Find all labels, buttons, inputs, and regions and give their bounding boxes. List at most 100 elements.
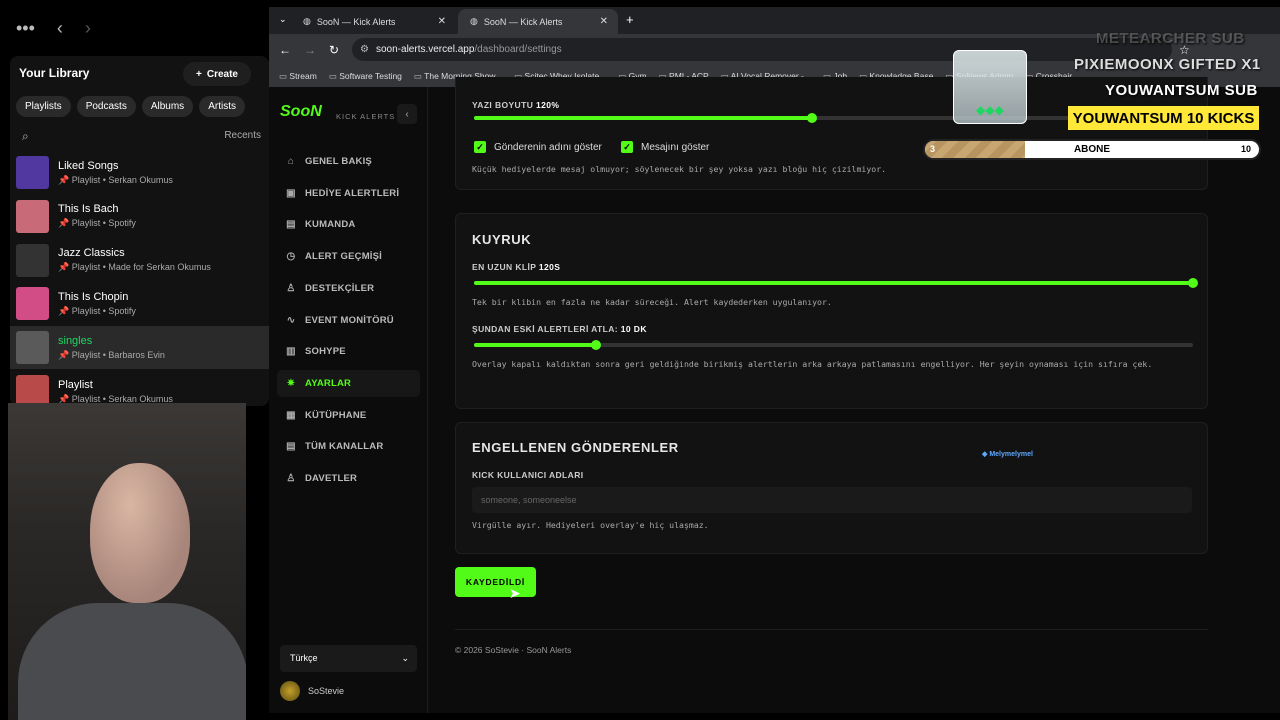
- playlist-cover: [16, 243, 49, 277]
- spotify-panel: ••• ‹ › Your Library + Create Playlists P…: [0, 0, 269, 720]
- nav-label: ALERT GEÇMİŞİ: [305, 251, 383, 263]
- nav-icon: ♙: [286, 473, 296, 484]
- sidebar-item[interactable]: ▦ KÜTÜPHANE: [277, 402, 420, 429]
- playlist-name: This Is Bach: [58, 203, 119, 216]
- webcam-feed: [8, 403, 246, 720]
- forward-icon[interactable]: ›: [85, 18, 91, 39]
- nav-icon: ▣: [286, 187, 296, 199]
- chip-podcasts[interactable]: Podcasts: [76, 96, 136, 117]
- blocked-title: ENGELLENEN GÖNDERENLER: [472, 440, 679, 455]
- soon-logo[interactable]: SooN: [280, 103, 322, 121]
- kick-usernames-label: KICK KULLANICI ADLARI: [472, 470, 584, 480]
- nav-icon: ⌂: [287, 156, 295, 167]
- webcam-person-torso: [18, 603, 246, 720]
- nav-icon: ♙: [286, 282, 296, 294]
- pin-icon: 📌: [58, 305, 70, 316]
- forward-icon[interactable]: →: [304, 43, 316, 57]
- nav-icon: ▥: [286, 346, 296, 358]
- browser-tab-2[interactable]: ◍ SooN — Kick Alerts ✕: [458, 9, 618, 34]
- blocked-usernames-input[interactable]: someone, someoneelse: [472, 487, 1192, 513]
- pin-icon: 📌: [58, 393, 70, 404]
- library-title[interactable]: Your Library: [19, 66, 89, 80]
- url-field[interactable]: ⚙ soon-alerts.vercel.app/dashboard/settin…: [352, 38, 1172, 61]
- sidebar-item[interactable]: ▣ HEDİYE ALERTLERİ: [277, 180, 420, 207]
- nav-icon: ▦: [286, 409, 296, 421]
- search-icon[interactable]: ⌕: [22, 129, 29, 144]
- slider-fill: [474, 281, 1193, 285]
- language-select[interactable]: Türkçe ⌄: [280, 645, 417, 672]
- plus-icon: +: [196, 68, 202, 80]
- nav-label: KUMANDA: [305, 219, 356, 231]
- queue-card: KUYRUK EN UZUN KLİP 120S Tek bir klibin …: [455, 213, 1208, 409]
- close-icon[interactable]: ✕: [438, 16, 446, 27]
- show-message-checkbox[interactable]: ✓ Mesajını göster: [621, 141, 709, 153]
- reload-icon[interactable]: ↻: [329, 43, 339, 57]
- nav-label: TÜM KANALLAR: [305, 441, 384, 453]
- nav-icon: ◷: [286, 251, 296, 263]
- chip-playlists[interactable]: Playlists: [16, 96, 71, 117]
- check-icon: ✓: [621, 141, 633, 153]
- check-icon: ✓: [474, 141, 486, 153]
- sidebar-item[interactable]: ▥ SOHYPE: [277, 338, 420, 365]
- tab-list-icon[interactable]: ⌄: [279, 14, 287, 25]
- webcam-person-head: [90, 463, 190, 603]
- create-button[interactable]: + Create: [183, 62, 251, 86]
- slider-knob[interactable]: [591, 340, 602, 350]
- overlay-kicks-line: YOUWANTSUM 10 KICKS: [1068, 106, 1259, 130]
- tab-title: SooN — Kick Alerts: [483, 16, 563, 27]
- sidebar-item[interactable]: ◷ ALERT GEÇMİŞİ: [277, 243, 420, 270]
- playlist-item[interactable]: singles 📌 Playlist • Barbaros Evin: [10, 326, 269, 370]
- playlist-item[interactable]: Liked Songs 📌 Playlist • Serkan Okumus: [10, 151, 269, 194]
- playlist-subtitle: 📌 Playlist • Serkan Okumus: [58, 174, 173, 185]
- nav-label: HEDİYE ALERTLERİ: [305, 187, 400, 199]
- nav-label: GENEL BAKIŞ: [305, 156, 372, 167]
- playlist-subtitle: 📌 Playlist • Spotify: [58, 305, 136, 316]
- pin-icon: 📌: [58, 174, 70, 185]
- playlist-subtitle: 📌 Playlist • Made for Serkan Okumus: [58, 262, 211, 273]
- sidebar-item[interactable]: ✷ AYARLAR: [277, 369, 420, 397]
- collapse-sidebar-button[interactable]: ‹: [397, 104, 417, 124]
- globe-icon: ◍: [470, 16, 478, 26]
- playlist-cover: [16, 199, 49, 233]
- skip-older-slider[interactable]: [474, 340, 1193, 350]
- footer-text: © 2026 SoStevie · SooN Alerts: [455, 645, 572, 655]
- recents-sort[interactable]: Recents: [224, 130, 261, 141]
- playlist-item[interactable]: This Is Bach 📌 Playlist • Spotify: [10, 195, 269, 238]
- slider-knob[interactable]: [1188, 278, 1198, 288]
- bookmark-item[interactable]: Stream: [279, 71, 316, 82]
- library-panel: Your Library + Create Playlists Podcasts …: [10, 56, 269, 408]
- new-tab-icon[interactable]: +: [626, 12, 634, 27]
- sidebar-item[interactable]: ▤ KUMANDA: [277, 211, 420, 238]
- more-icon[interactable]: •••: [16, 18, 35, 39]
- back-icon[interactable]: ‹: [57, 18, 63, 39]
- goal-label: ABONE: [1073, 144, 1111, 155]
- playlist-item[interactable]: Jazz Classics 📌 Playlist • Made for Serk…: [10, 239, 269, 282]
- chip-artists[interactable]: Artists: [199, 96, 245, 117]
- sidebar-item[interactable]: ▤ TÜM KANALLAR: [277, 433, 420, 460]
- sidebar-item[interactable]: ♙ DESTEKÇİLER: [277, 275, 420, 302]
- nav-label: KÜTÜPHANE: [305, 409, 367, 421]
- spotify-topbar: ••• ‹ ›: [0, 0, 269, 56]
- sidebar-item[interactable]: ⌂ GENEL BAKIŞ: [277, 148, 420, 175]
- show-sender-checkbox[interactable]: ✓ Gönderenin adını göster: [474, 141, 602, 153]
- footer-divider: [455, 629, 1208, 630]
- sidebar-item[interactable]: ♙ DAVETLER: [277, 465, 420, 492]
- nav-label: AYARLAR: [305, 377, 352, 389]
- longest-clip-slider[interactable]: [474, 278, 1198, 288]
- skip-older-help: Overlay kapalı kaldıktan sonra geri geld…: [472, 359, 1153, 369]
- longest-clip-help: Tek bir klibin en fazla ne kadar süreceğ…: [472, 297, 832, 307]
- user-profile[interactable]: SoStevie: [280, 681, 344, 701]
- close-icon[interactable]: ✕: [600, 16, 608, 27]
- language-value: Türkçe: [290, 653, 318, 663]
- slider-knob[interactable]: [806, 113, 817, 123]
- playlist-item[interactable]: This Is Chopin 📌 Playlist • Spotify: [10, 282, 269, 325]
- playlist-cover: [16, 287, 49, 321]
- bookmark-item[interactable]: Software Testing: [329, 71, 402, 82]
- save-button[interactable]: KAYDEDİLDİ: [455, 567, 536, 597]
- playlist-name: Jazz Classics: [58, 247, 125, 260]
- back-icon[interactable]: ←: [279, 43, 291, 57]
- chip-albums[interactable]: Albums: [141, 96, 194, 117]
- sidebar-item[interactable]: ∿ EVENT MONİTÖRÜ: [277, 307, 420, 334]
- show-message-label: Mesajını göster: [641, 141, 710, 153]
- browser-tab-1[interactable]: ◍ SooN — Kick Alerts ✕: [291, 9, 456, 34]
